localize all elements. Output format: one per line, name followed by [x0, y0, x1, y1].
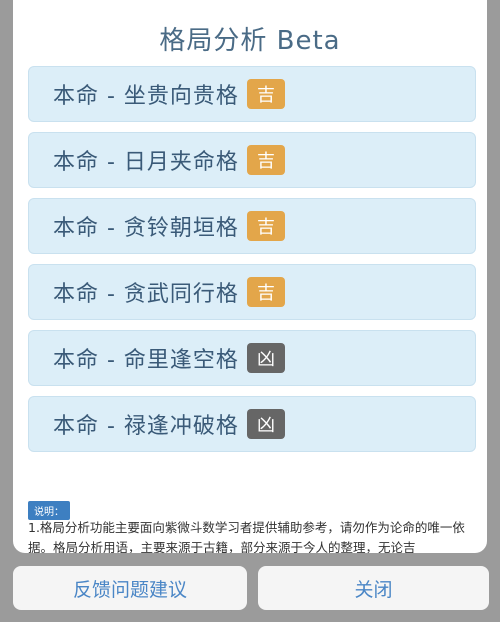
pattern-item[interactable]: 本命 - 贪铃朝垣格 吉: [28, 198, 476, 254]
pattern-analysis-modal: 格局分析 Beta 本命 - 坐贵向贵格 吉 本命 - 日月夹命格 吉 本命 -…: [13, 0, 487, 553]
fortune-badge: 吉: [246, 145, 285, 175]
fortune-badge: 吉: [246, 211, 285, 241]
fortune-badge: 吉: [246, 277, 285, 307]
misfortune-badge: 凶: [246, 343, 285, 373]
close-button[interactable]: 关闭: [258, 566, 489, 610]
pattern-item[interactable]: 本命 - 禄逢冲破格 凶: [28, 396, 476, 452]
pattern-list: 本命 - 坐贵向贵格 吉 本命 - 日月夹命格 吉 本命 - 贪铃朝垣格 吉 本…: [28, 66, 476, 462]
pattern-item[interactable]: 本命 - 贪武同行格 吉: [28, 264, 476, 320]
pattern-item[interactable]: 本命 - 命里逢空格 凶: [28, 330, 476, 386]
pattern-label: 本命 - 禄逢冲破格: [53, 414, 239, 439]
pattern-label: 本命 - 贪武同行格: [53, 282, 239, 307]
modal-title: 格局分析 Beta: [159, 26, 341, 56]
pattern-label: 本命 - 贪铃朝垣格: [53, 216, 239, 241]
note-text: 1.格局分析功能主要面向紫微斗数学习者提供辅助参考，请勿作为论命的唯一依据。格局…: [28, 520, 465, 553]
pattern-item[interactable]: 本命 - 日月夹命格 吉: [28, 132, 476, 188]
pattern-label: 本命 - 坐贵向贵格: [53, 84, 239, 109]
pattern-label: 本命 - 命里逢空格: [53, 348, 239, 373]
pattern-label: 本命 - 日月夹命格: [53, 150, 239, 175]
misfortune-badge: 凶: [246, 409, 285, 439]
feedback-button[interactable]: 反馈问题建议: [13, 566, 247, 610]
pattern-item[interactable]: 本命 - 坐贵向贵格 吉: [28, 66, 476, 122]
fortune-badge: 吉: [246, 79, 285, 109]
